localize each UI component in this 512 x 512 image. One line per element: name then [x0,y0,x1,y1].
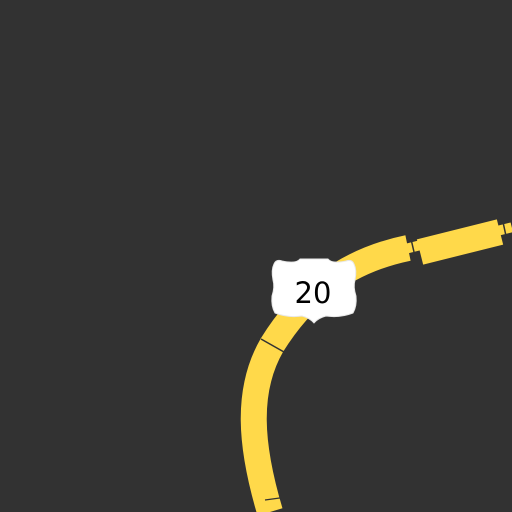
map-canvas[interactable]: 20 [0,0,512,512]
route-shield[interactable]: 20 [271,258,357,324]
route-shield-number: 20 [295,276,332,310]
